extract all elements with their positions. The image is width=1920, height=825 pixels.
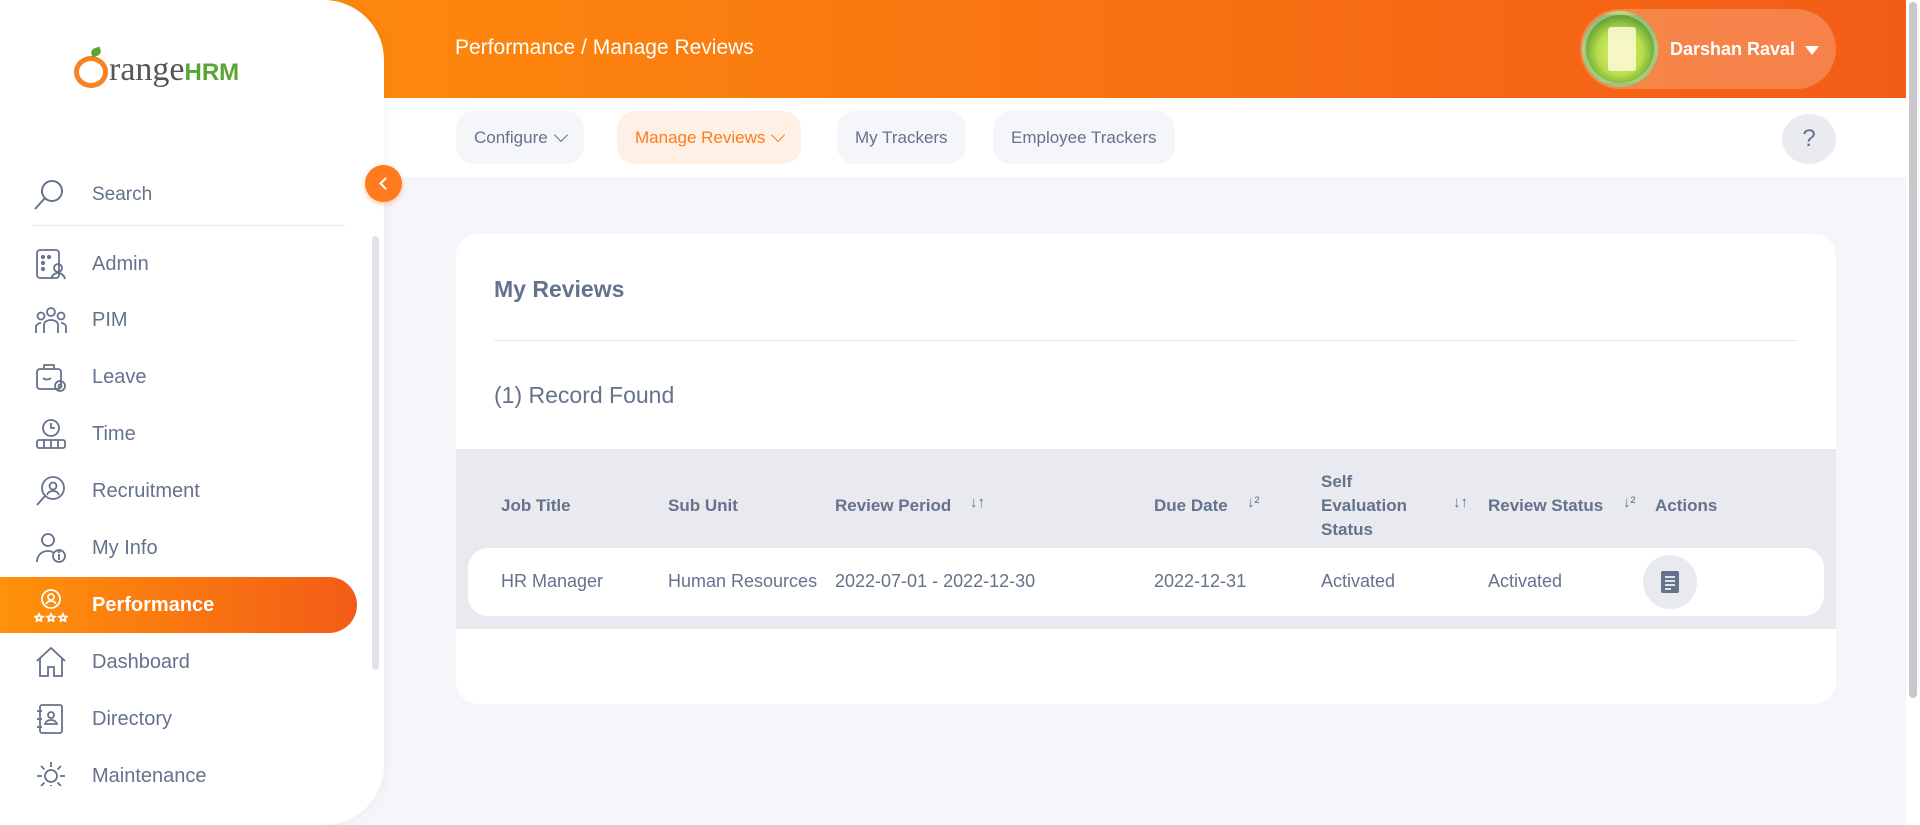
tab-employee-trackers[interactable]: Employee Trackers (993, 111, 1175, 164)
tab-label: Configure (474, 127, 548, 147)
my-info-icon (34, 531, 68, 565)
dashboard-icon (34, 645, 68, 679)
sidebar-item-recruitment[interactable]: Recruitment (0, 463, 357, 519)
sub-navigation: Configure Manage Reviews My Trackers Emp… (384, 98, 1906, 177)
tab-my-trackers[interactable]: My Trackers (837, 111, 966, 164)
sidebar-item-my-info[interactable]: My Info (0, 520, 357, 576)
header-line: Status (1321, 520, 1373, 539)
column-header-self-evaluation-status: Self Evaluation Status (1321, 470, 1407, 542)
column-header-review-status: Review Status (1488, 496, 1604, 515)
sidebar-collapse-button[interactable] (365, 165, 402, 202)
recruitment-icon (34, 474, 68, 508)
column-header-job-title: Job Title (501, 496, 571, 515)
user-name[interactable]: Darshan Raval (1670, 39, 1795, 60)
sidebar-item-label: Directory (92, 707, 173, 730)
header-line: Self (1321, 472, 1353, 491)
chevron-down-icon (771, 127, 786, 142)
cell-job-title: HR Manager (501, 571, 604, 591)
admin-icon (34, 247, 68, 281)
sidebar-item-label: My Info (92, 536, 158, 559)
caret-down-icon[interactable] (1805, 45, 1820, 55)
cell-due-date: 2022-12-31 (1154, 571, 1247, 591)
search-icon (32, 178, 66, 212)
orange-logo-icon (74, 56, 108, 88)
header-line: Evaluation (1321, 496, 1407, 515)
cell-review-status: Activated (1488, 571, 1563, 591)
view-review-button[interactable] (1643, 555, 1697, 609)
sidebar-scrollbar[interactable] (372, 236, 379, 670)
chevron-left-icon (379, 177, 392, 190)
sidebar-item-label: PIM (92, 308, 128, 331)
sidebar-item-label: Dashboard (92, 650, 190, 673)
logo-suffix: HRM (184, 59, 240, 86)
orangehrm-logo[interactable]: range HRM (74, 48, 239, 89)
maintenance-icon (34, 759, 68, 786)
help-button[interactable]: ? (1782, 114, 1836, 164)
sidebar-item-label: Time (92, 422, 136, 445)
logo-text: range (109, 51, 185, 88)
sidebar-item-performance[interactable]: Performance (0, 577, 357, 633)
search-label: Search (92, 183, 153, 205)
tab-label: My Trackers (855, 127, 948, 147)
divider (494, 340, 1798, 341)
breadcrumb: Performance / Manage Reviews (455, 36, 754, 59)
sidebar: range HRM Search Admin PIM Leave Time Re… (0, 0, 384, 825)
chevron-down-icon (553, 127, 568, 142)
column-header-review-period: Review Period (835, 496, 952, 515)
scrollbar-thumb[interactable] (1909, 2, 1917, 698)
performance-icon (34, 588, 68, 622)
sidebar-item-leave[interactable]: Leave (0, 349, 357, 405)
column-header-sub-unit: Sub Unit (668, 496, 738, 515)
cell-review-period: 2022-07-01 - 2022-12-30 (835, 571, 1036, 591)
sidebar-item-label: Recruitment (92, 479, 200, 502)
cell-sub-unit: Human Resources (668, 571, 818, 591)
avatar[interactable] (1582, 11, 1658, 87)
pim-icon (34, 303, 68, 337)
sidebar-item-time[interactable]: Time (0, 406, 357, 462)
sidebar-item-directory[interactable]: Directory (0, 691, 357, 747)
sidebar-search[interactable]: Search (32, 164, 345, 226)
tab-label: Employee Trackers (1011, 127, 1157, 147)
sidebar-menu: Admin PIM Leave Time Recruitment My Info… (0, 236, 372, 786)
tab-label: Manage Reviews (635, 127, 766, 147)
tab-configure[interactable]: Configure (456, 111, 584, 164)
directory-icon (34, 702, 68, 736)
sort-icon[interactable]: ↓² (1247, 494, 1260, 511)
page-title: My Reviews (494, 276, 625, 302)
sort-icon[interactable]: ↓² (1623, 494, 1636, 511)
sort-icon[interactable]: ↓↑ (970, 494, 985, 511)
my-reviews-card: My Reviews (1) Record Found Job Title Su… (456, 234, 1836, 704)
user-dropdown[interactable]: Darshan Raval (1580, 9, 1836, 89)
column-header-actions: Actions (1655, 496, 1718, 515)
sidebar-item-dashboard[interactable]: Dashboard (0, 634, 357, 690)
table-row[interactable]: HR Manager Human Resources 2022-07-01 - … (468, 548, 1824, 616)
sidebar-item-label: Maintenance (92, 764, 207, 787)
record-count: (1) Record Found (494, 382, 675, 408)
sidebar-item-label: Performance (92, 593, 215, 616)
reviews-table: Job Title Sub Unit Review Period ↓↑ Due … (456, 449, 1836, 629)
cell-self-evaluation-status: Activated (1321, 571, 1396, 591)
column-header-due-date: Due Date (1154, 496, 1228, 515)
sidebar-item-label: Admin (92, 252, 149, 275)
sidebar-item-maintenance[interactable]: Maintenance (0, 748, 357, 786)
tab-manage-reviews[interactable]: Manage Reviews (617, 111, 802, 164)
sidebar-item-pim[interactable]: PIM (0, 292, 357, 348)
time-icon (34, 417, 68, 451)
sort-icon[interactable]: ↓↑ (1453, 494, 1468, 511)
document-icon (1661, 571, 1679, 593)
sidebar-item-label: Leave (92, 365, 147, 388)
sidebar-item-admin[interactable]: Admin (0, 236, 357, 292)
leave-icon (34, 360, 68, 394)
page-scrollbar[interactable] (1906, 0, 1920, 825)
